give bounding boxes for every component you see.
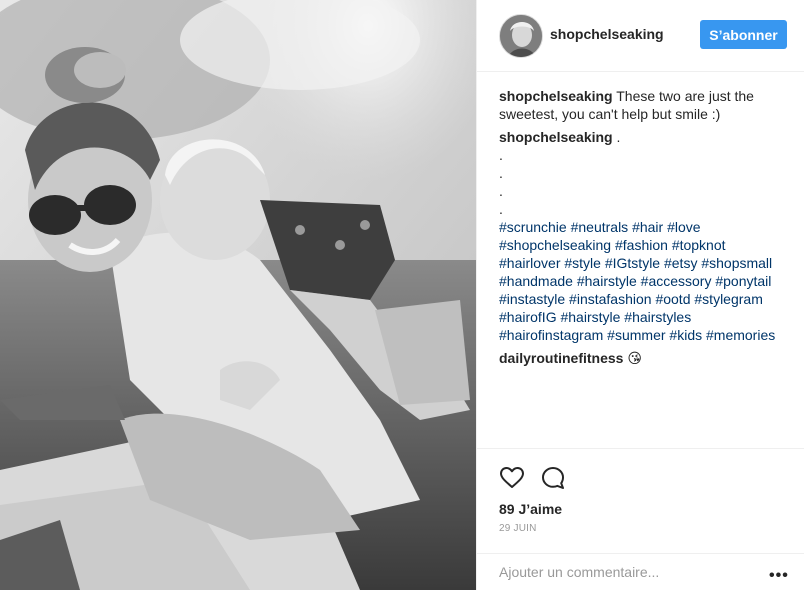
comment-list: shopchelseaking These two are just the s… — [499, 87, 789, 372]
hashtag-link[interactable]: #scrunchie — [499, 219, 567, 235]
avatar[interactable] — [499, 14, 543, 58]
hashtag-link[interactable]: #love — [667, 219, 700, 235]
hashtag-link[interactable]: #hair — [632, 219, 663, 235]
comment-dot: . — [499, 183, 503, 199]
hashtag-comment: shopchelseaking . . . . . #scrunchie #ne… — [499, 128, 789, 344]
hashtag-link[interactable]: #IGtstyle — [605, 255, 660, 271]
comment-dot: . — [499, 147, 503, 163]
hashtag-link[interactable]: #topknot — [672, 237, 726, 253]
post-author-username[interactable]: shopchelseaking — [550, 26, 664, 42]
hashtag-link[interactable]: #handmade — [499, 273, 573, 289]
hashtag-link[interactable]: #hairstyle — [577, 273, 637, 289]
comment-author[interactable]: shopchelseaking — [499, 88, 613, 104]
comment-author[interactable]: shopchelseaking — [499, 129, 613, 145]
hashtag-link[interactable]: #kids — [669, 327, 702, 343]
post-details-panel: shopchelseaking S’abonner shopchelseakin… — [476, 0, 804, 590]
photo-illustration — [0, 0, 476, 590]
post-actions: 89 J’aime 29 JUIN ••• — [477, 448, 804, 590]
hashtag-link[interactable]: #hairstyles — [624, 309, 691, 325]
comment-text: . — [616, 129, 621, 145]
comment-author[interactable]: dailyroutinefitness — [499, 350, 623, 366]
hashtag-link[interactable]: #hairstyle — [560, 309, 620, 325]
hashtag-link[interactable]: #instastyle — [499, 291, 565, 307]
follow-button[interactable]: S’abonner — [700, 20, 787, 49]
post-date: 29 JUIN — [499, 523, 537, 534]
hashtag-link[interactable]: #accessory — [641, 273, 712, 289]
avatar-image — [500, 15, 542, 57]
comment-input[interactable] — [499, 564, 749, 580]
hashtag-link[interactable]: #stylegram — [694, 291, 762, 307]
hashtag-link[interactable]: #style — [564, 255, 601, 271]
hashtag-link[interactable]: #fashion — [615, 237, 668, 253]
hashtag-link[interactable]: #hairofIG — [499, 309, 557, 325]
post-photo[interactable] — [0, 0, 476, 590]
kiss-emoji-icon: 😘 — [627, 350, 642, 366]
hashtag-link[interactable]: #hairofinstagram — [499, 327, 603, 343]
hashtag-link[interactable]: #memories — [706, 327, 775, 343]
post-header: shopchelseaking S’abonner — [477, 0, 804, 72]
hashtag-link[interactable]: #etsy — [664, 255, 697, 271]
like-count[interactable]: 89 J’aime — [499, 501, 562, 517]
hashtag-link[interactable]: #hairlover — [499, 255, 560, 271]
hashtag-link[interactable]: #shopsmall — [701, 255, 772, 271]
reply-comment: dailyroutinefitness 😘 — [499, 349, 789, 367]
ellipsis-icon[interactable]: ••• — [769, 567, 789, 585]
hashtag-list: #scrunchie #neutrals #hair #love #shopch… — [499, 218, 789, 344]
hashtag-link[interactable]: #summer — [607, 327, 665, 343]
comment-dot: . — [499, 201, 503, 217]
speech-bubble-icon[interactable] — [540, 465, 566, 491]
caption-comment: shopchelseaking These two are just the s… — [499, 87, 789, 123]
heart-outline-icon[interactable] — [499, 465, 525, 491]
hashtag-link[interactable]: #ponytail — [715, 273, 771, 289]
hashtag-link[interactable]: #shopchelseaking — [499, 237, 611, 253]
hashtag-link[interactable]: #neutrals — [571, 219, 629, 235]
add-comment-bar: ••• — [477, 553, 804, 590]
hashtag-link[interactable]: #ootd — [655, 291, 690, 307]
comment-dot: . — [499, 165, 503, 181]
hashtag-link[interactable]: #instafashion — [569, 291, 652, 307]
